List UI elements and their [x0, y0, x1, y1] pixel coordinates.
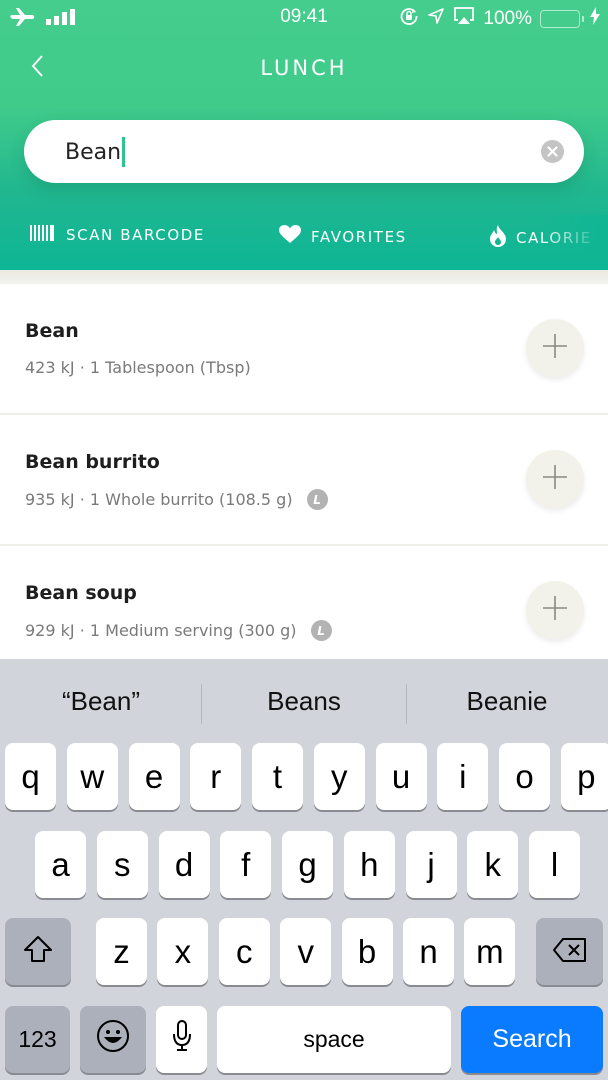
- key-o[interactable]: o: [499, 743, 550, 810]
- airplay-icon: [453, 6, 475, 32]
- header: 09:41 100% LUNCH Bean SCAN BARCODE FAVOR…: [0, 0, 608, 270]
- search-input[interactable]: Bean: [65, 137, 126, 167]
- delete-key[interactable]: [536, 918, 603, 985]
- dictation-key[interactable]: [156, 1006, 207, 1073]
- key-l[interactable]: l: [529, 831, 580, 898]
- key-k[interactable]: k: [467, 831, 519, 898]
- food-name: Bean soup: [25, 582, 137, 604]
- key-r[interactable]: r: [190, 743, 242, 810]
- search-results-list: Bean 423 kJ · 1 Tablespoon (Tbsp) Bean b…: [0, 284, 608, 677]
- suggestion-item[interactable]: Beanie: [406, 659, 608, 743]
- quick-actions: SCAN BARCODE FAVORITES CALORIE: [0, 215, 608, 255]
- list-item[interactable]: Bean soup 929 kJ · 1 Medium serving (300…: [0, 546, 608, 677]
- key-z[interactable]: z: [96, 918, 147, 985]
- orientation-lock-icon: [399, 6, 419, 32]
- food-subtitle: 423 kJ · 1 Tablespoon (Tbsp): [25, 358, 251, 377]
- suggestion-divider: [201, 684, 202, 724]
- key-t[interactable]: t: [252, 743, 303, 810]
- plus-icon: [541, 332, 569, 364]
- favorites-tab[interactable]: FAVORITES: [279, 225, 407, 248]
- food-name: Bean: [25, 320, 79, 342]
- tabs-fade-overlay: [538, 215, 608, 255]
- key-b[interactable]: b: [341, 918, 393, 985]
- suggestion-item[interactable]: Beans: [203, 659, 405, 743]
- key-m[interactable]: m: [464, 918, 516, 985]
- list-item[interactable]: Bean burrito 935 kJ · 1 Whole burrito (1…: [0, 415, 608, 546]
- suggestion-item[interactable]: “Bean”: [0, 659, 202, 743]
- key-i[interactable]: i: [437, 743, 489, 810]
- space-key[interactable]: space: [217, 1006, 451, 1073]
- key-w[interactable]: w: [66, 743, 118, 810]
- emoji-icon: [96, 1019, 130, 1061]
- charging-icon: [590, 7, 600, 31]
- backspace-icon: [552, 933, 588, 971]
- status-bar: 09:41 100%: [0, 0, 608, 34]
- key-f[interactable]: f: [220, 831, 272, 898]
- list-item[interactable]: Bean 423 kJ · 1 Tablespoon (Tbsp): [0, 284, 608, 415]
- keyboard: “Bean” Beans Beanie qwertyuiop asdfghjkl…: [0, 659, 608, 1080]
- premium-badge-icon: L: [306, 489, 328, 510]
- search-input-value: Bean: [65, 139, 122, 165]
- food-details: 929 kJ · 1 Medium serving (300 g) L: [25, 620, 332, 641]
- key-e[interactable]: e: [128, 743, 180, 810]
- key-q[interactable]: q: [5, 743, 56, 810]
- plus-icon: [541, 463, 569, 495]
- food-subtitle: 935 kJ · 1 Whole burrito (108.5 g): [25, 490, 293, 509]
- emoji-key[interactable]: [80, 1006, 146, 1073]
- food-name: Bean burrito: [25, 451, 160, 473]
- key-p[interactable]: p: [560, 743, 608, 810]
- numbers-key[interactable]: 123: [5, 1006, 70, 1073]
- key-v[interactable]: v: [280, 918, 332, 985]
- shift-key[interactable]: [5, 918, 71, 985]
- key-j[interactable]: j: [405, 831, 457, 898]
- key-y[interactable]: y: [313, 743, 365, 810]
- key-n[interactable]: n: [403, 918, 454, 985]
- key-d[interactable]: d: [158, 831, 210, 898]
- add-food-button[interactable]: [526, 319, 584, 377]
- location-icon: [427, 7, 445, 31]
- nav-bar: LUNCH: [0, 40, 608, 96]
- shift-icon: [23, 933, 53, 971]
- scan-barcode-tab[interactable]: SCAN BARCODE: [30, 225, 205, 245]
- search-field[interactable]: Bean: [24, 120, 584, 183]
- battery-percent: 100%: [483, 8, 532, 29]
- key-u[interactable]: u: [375, 743, 427, 810]
- battery-icon: [540, 10, 584, 28]
- microphone-icon: [172, 1019, 192, 1061]
- food-details: 423 kJ · 1 Tablespoon (Tbsp): [25, 358, 251, 377]
- heart-icon: [279, 225, 301, 248]
- favorites-label: FAVORITES: [311, 227, 407, 246]
- flame-icon: [490, 225, 506, 251]
- suggestion-bar: “Bean” Beans Beanie: [0, 659, 608, 743]
- key-c[interactable]: c: [218, 918, 270, 985]
- key-x[interactable]: x: [157, 918, 209, 985]
- food-subtitle: 929 kJ · 1 Medium serving (300 g): [25, 621, 297, 640]
- plus-icon: [541, 594, 569, 626]
- premium-badge-icon: L: [310, 620, 332, 641]
- barcode-icon: [30, 225, 56, 245]
- search-key[interactable]: Search: [461, 1006, 603, 1073]
- clear-icon: [547, 142, 558, 161]
- header-divider: [0, 270, 608, 284]
- add-food-button[interactable]: [526, 450, 584, 508]
- key-h[interactable]: h: [343, 831, 395, 898]
- key-g[interactable]: g: [282, 831, 333, 898]
- scan-barcode-label: SCAN BARCODE: [66, 226, 205, 244]
- key-s[interactable]: s: [96, 831, 148, 898]
- page-title: LUNCH: [260, 56, 348, 80]
- clear-search-button[interactable]: [541, 140, 564, 163]
- key-a[interactable]: a: [35, 831, 86, 898]
- food-details: 935 kJ · 1 Whole burrito (108.5 g) L: [25, 489, 328, 510]
- text-caret: [122, 137, 126, 167]
- add-food-button[interactable]: [526, 581, 584, 639]
